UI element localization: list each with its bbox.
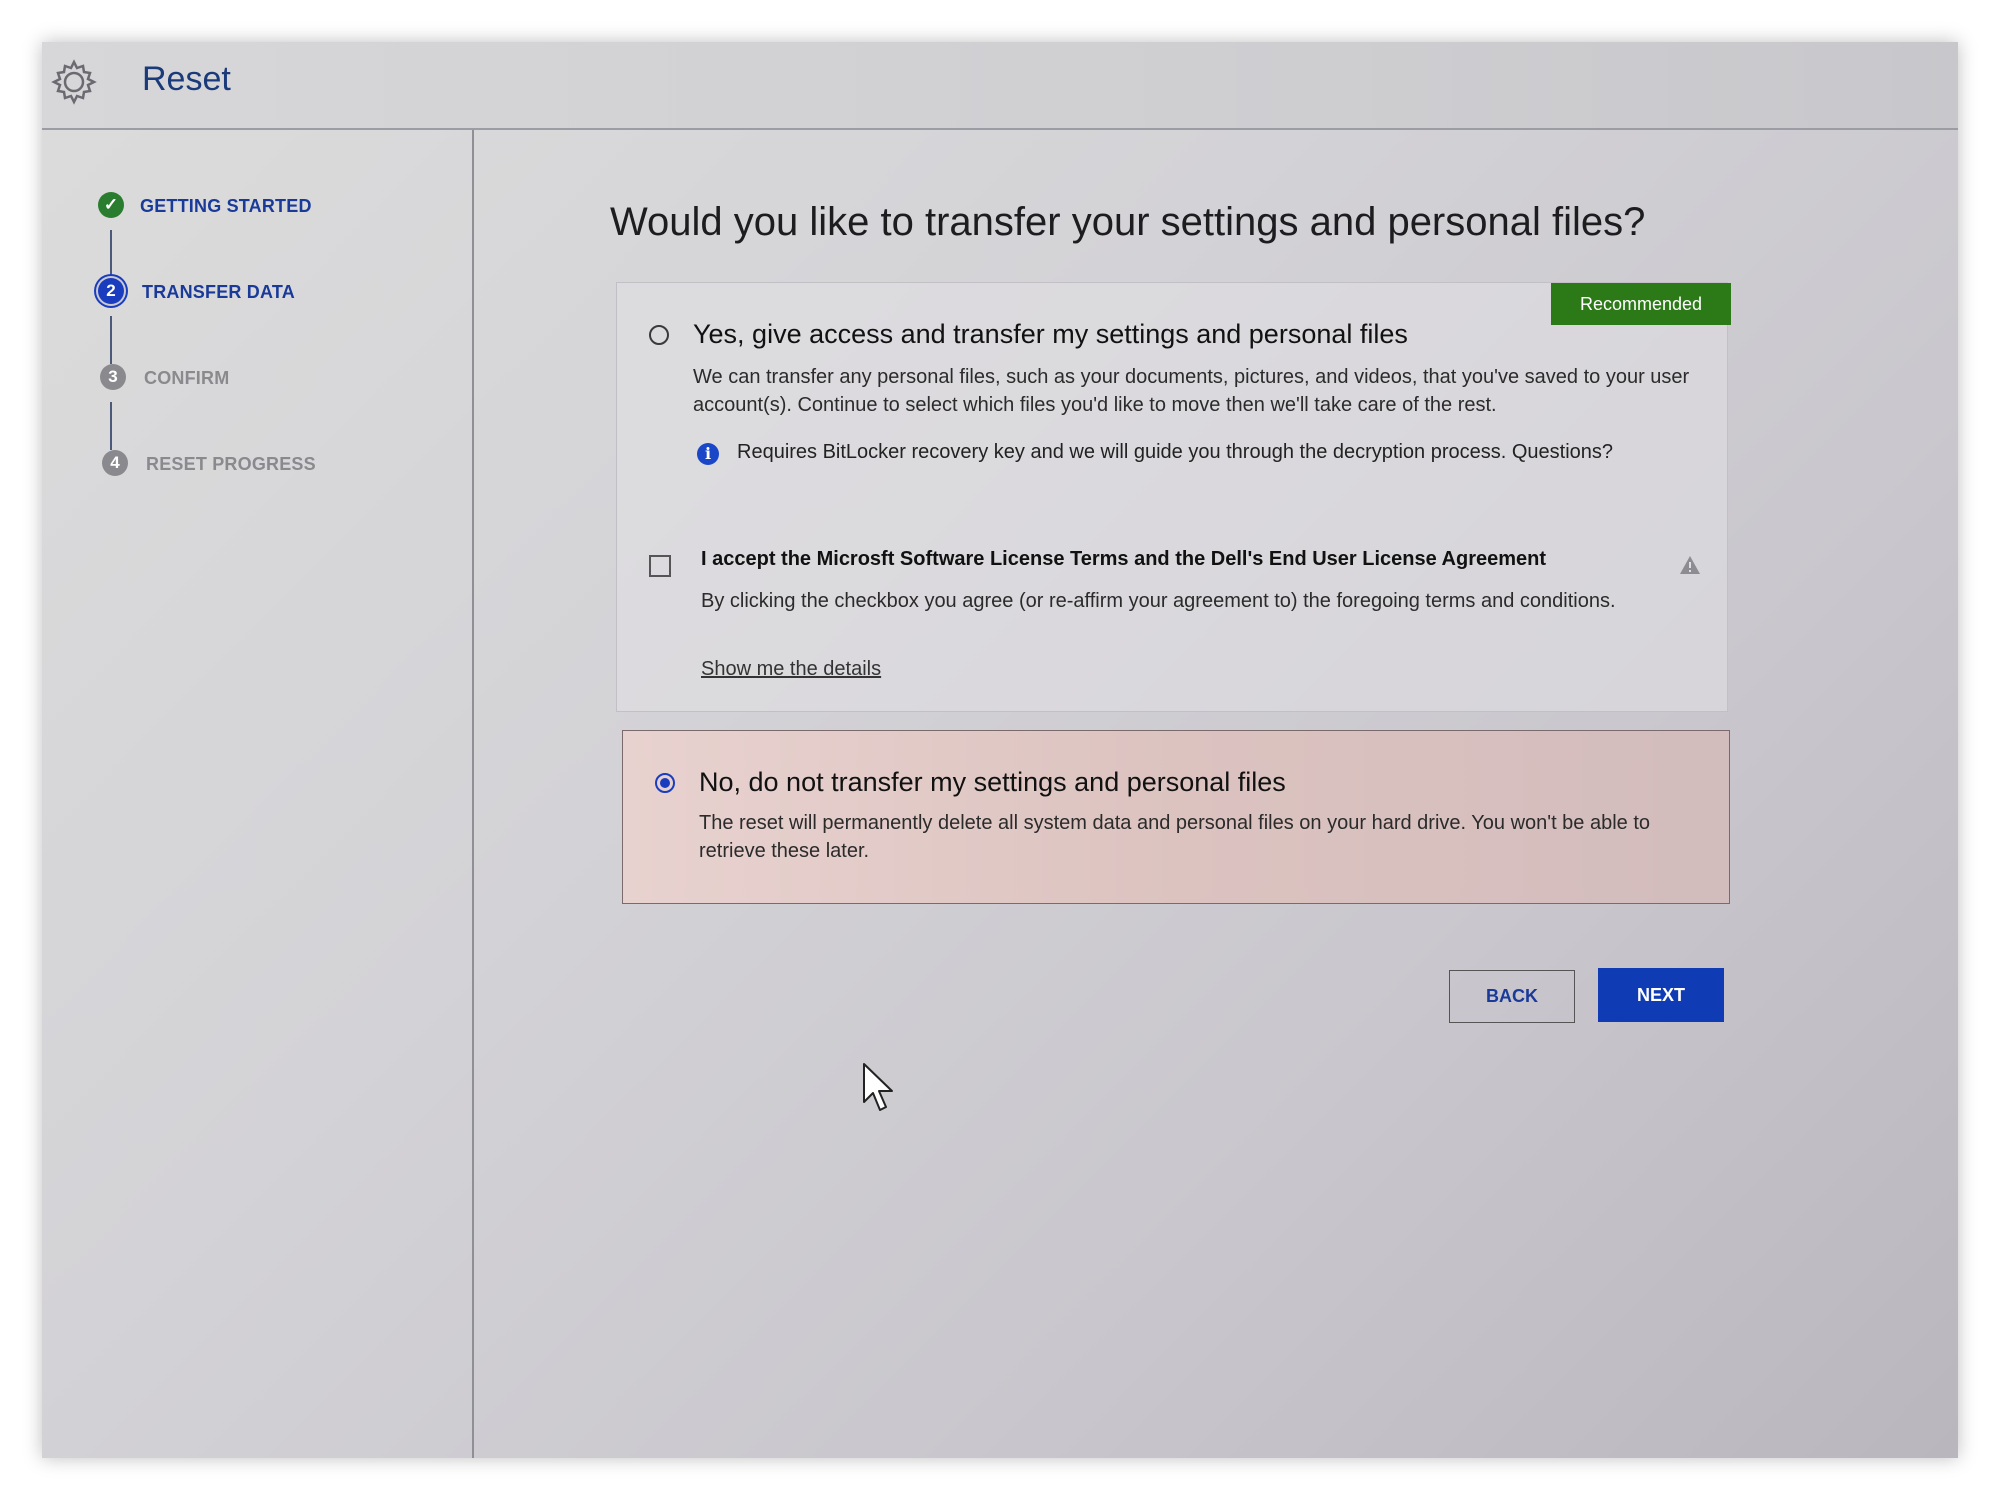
no-transfer-radio[interactable] <box>655 773 675 793</box>
page-title: Would you like to transfer your settings… <box>610 200 1646 244</box>
transfer-radio[interactable] <box>649 325 669 345</box>
reset-window: Reset ✓ GETTING STARTED 2 TRANSFER DATA … <box>42 42 1958 1458</box>
title-bar: Reset <box>42 42 1958 130</box>
gear-icon <box>51 59 97 105</box>
eula-description: By clicking the checkbox you agree (or r… <box>701 590 1616 612</box>
bitlocker-info-text: Requires BitLocker recovery key and we w… <box>737 441 1614 463</box>
step-label: CONFIRM <box>144 368 230 388</box>
step-connector <box>110 316 112 364</box>
option-description: The reset will permanently delete all sy… <box>699 812 1651 862</box>
step-connector <box>110 402 112 450</box>
step-number-icon: 4 <box>102 450 128 476</box>
warning-icon <box>1680 556 1700 574</box>
option-description: We can transfer any personal files, such… <box>693 366 1690 416</box>
step-label: RESET PROGRESS <box>146 454 316 474</box>
next-button[interactable]: NEXT <box>1598 968 1724 1022</box>
recommended-badge: Recommended <box>1551 283 1731 325</box>
step-connector <box>110 230 112 278</box>
mouse-cursor-icon <box>863 1063 893 1111</box>
eula-heading: I accept the Microsft Software License T… <box>701 548 1547 570</box>
option-transfer-files[interactable]: Recommended Yes, give access and transfe… <box>616 282 1731 712</box>
back-button[interactable]: BACK <box>1449 970 1575 1023</box>
checkmark-icon: ✓ <box>98 192 124 218</box>
option-heading: No, do not transfer my settings and pers… <box>699 767 1286 797</box>
step-label: GETTING STARTED <box>140 196 312 216</box>
step-number-icon: 3 <box>100 364 126 390</box>
option-heading: Yes, give access and transfer my setting… <box>693 319 1408 349</box>
eula-checkbox[interactable] <box>649 555 671 577</box>
option-no-transfer[interactable]: No, do not transfer my settings and pers… <box>622 730 1730 904</box>
show-details-link[interactable]: Show me the details <box>701 658 881 681</box>
steps-sidebar: ✓ GETTING STARTED 2 TRANSFER DATA 3 CONF… <box>42 130 474 1458</box>
info-icon: i <box>697 443 719 465</box>
step-number-icon: 2 <box>98 278 124 304</box>
app-title: Reset <box>142 60 231 98</box>
step-label: TRANSFER DATA <box>142 282 295 302</box>
